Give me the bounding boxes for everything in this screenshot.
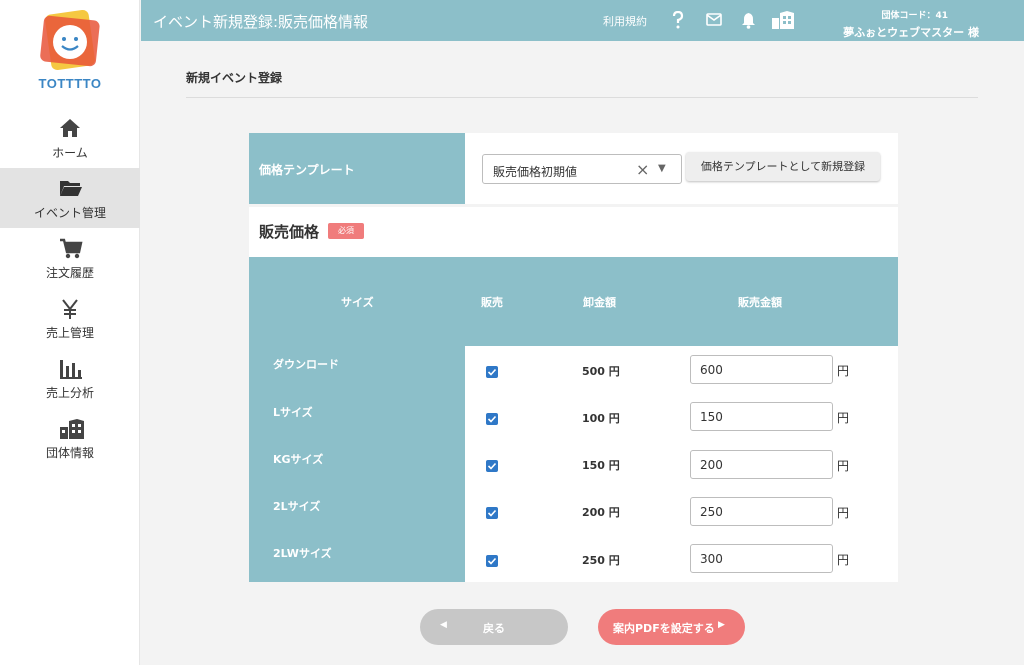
column-header-price: 販売金額 (738, 296, 782, 309)
check-icon (487, 368, 497, 376)
price-heading: 販売価格 (259, 223, 320, 241)
wholesale-price: 250 円 (582, 554, 620, 567)
wholesale-price: 500 円 (582, 365, 620, 378)
price-input[interactable]: 200 (690, 450, 833, 479)
sale-checkbox[interactable] (486, 413, 498, 425)
sale-checkbox[interactable] (486, 555, 498, 567)
user-name[interactable]: 夢ふぉとウェブマスター 様 (843, 24, 979, 40)
price-input-value: 200 (700, 458, 723, 472)
price-input[interactable]: 250 (690, 497, 833, 526)
logo-mark-icon (40, 9, 100, 71)
building-icon[interactable] (771, 10, 795, 30)
size-label: 2LWサイズ (273, 547, 332, 560)
template-select[interactable]: 販売価格初期値 × ▼ (482, 154, 682, 184)
sidebar-item-home[interactable]: ホーム (0, 108, 140, 168)
chevron-right-icon: ▶ (718, 620, 725, 630)
sidebar-item-analytics[interactable]: 売上分析 (0, 348, 140, 408)
terms-link[interactable]: 利用規約 (603, 13, 647, 29)
sidebar-item-label: 団体情報 (45, 446, 94, 460)
check-icon (487, 509, 497, 517)
column-header-size: サイズ (341, 296, 374, 309)
yen-unit: 円 (837, 364, 850, 378)
size-label: KGサイズ (273, 453, 324, 466)
logo-text: TOTTTTO (38, 76, 102, 91)
sale-checkbox[interactable] (486, 507, 498, 519)
caret-down-icon[interactable]: ▼ (658, 163, 666, 174)
wholesale-price: 200 円 (582, 506, 620, 519)
yen-unit: 円 (837, 411, 850, 425)
sidebar-item-organization[interactable]: 団体情報 (0, 408, 140, 468)
template-label: 価格テンプレート (259, 163, 355, 177)
sidebar-item-label: 売上管理 (45, 326, 94, 340)
price-table-header: サイズ 販売 卸金額 販売金額 (249, 257, 898, 346)
yen-unit: 円 (837, 506, 850, 520)
folder-icon (60, 181, 82, 196)
section-title: 新規イベント登録 (186, 71, 283, 85)
template-select-value: 販売価格初期値 (493, 165, 578, 179)
size-label: 2Lサイズ (273, 500, 321, 513)
home-icon (60, 119, 80, 137)
check-icon (487, 557, 497, 565)
price-input-value: 600 (700, 363, 723, 377)
price-input-value: 300 (700, 552, 723, 566)
divider (186, 97, 978, 98)
check-icon (487, 462, 497, 470)
cart-icon (60, 238, 83, 259)
logo[interactable]: TOTTTTO (34, 8, 106, 96)
yen-icon (62, 299, 78, 319)
sidebar-item-label: 売上分析 (45, 386, 94, 400)
org-code: 団体コード：41 (881, 11, 948, 21)
next-button[interactable]: 案内PDFを設定する ▶ (598, 609, 745, 645)
sale-checkbox[interactable] (486, 366, 498, 378)
clear-icon[interactable]: × (636, 160, 649, 179)
price-input[interactable]: 150 (690, 402, 833, 431)
sidebar-item-label: ホーム (52, 146, 88, 160)
required-badge: 必須 (328, 223, 364, 239)
bar-chart-icon (60, 360, 82, 379)
wholesale-price: 100 円 (582, 412, 620, 425)
wholesale-price: 150 円 (582, 459, 620, 472)
template-label-cell: 価格テンプレート (249, 133, 465, 204)
price-input[interactable]: 600 (690, 355, 833, 384)
sidebar-item-label: 注文履歴 (45, 266, 94, 280)
price-input[interactable]: 300 (690, 544, 833, 573)
next-button-label: 案内PDFを設定する (613, 622, 715, 635)
sidebar-item-label: イベント管理 (33, 206, 106, 220)
size-label: Lサイズ (273, 406, 313, 419)
price-template-row: 価格テンプレート 販売価格初期値 × ▼ 価格テンプレートとして新規登録 (249, 133, 898, 204)
price-input-value: 150 (700, 410, 723, 424)
register-template-button[interactable]: 価格テンプレートとして新規登録 (686, 152, 880, 181)
help-icon[interactable] (672, 11, 684, 29)
check-icon (487, 415, 497, 423)
app-header: イベント新規登録:販売価格情報 利用規約 団体コード：41 夢ふぉとウェブマスタ… (141, 0, 1024, 41)
sidebar: TOTTTTO ホーム イベント管理 注文履歴 売上管理 売上分析 団体情報 (0, 0, 140, 665)
sidebar-item-orders[interactable]: 注文履歴 (0, 228, 140, 288)
yen-unit: 円 (837, 553, 850, 567)
column-header-sale: 販売 (481, 296, 503, 309)
page-header-title: イベント新規登録:販売価格情報 (153, 13, 369, 31)
sidebar-item-events[interactable]: イベント管理 (0, 168, 140, 228)
mail-icon[interactable] (706, 13, 722, 26)
sale-checkbox[interactable] (486, 460, 498, 472)
bell-icon[interactable] (741, 12, 756, 29)
column-header-wholesale: 卸金額 (583, 296, 616, 309)
back-button-label: 戻る (483, 622, 505, 635)
price-input-value: 250 (700, 505, 723, 519)
building-icon (60, 419, 84, 439)
sidebar-item-sales[interactable]: 売上管理 (0, 288, 140, 348)
size-label: ダウンロード (273, 358, 339, 371)
back-button[interactable]: ◀ 戻る (420, 609, 568, 645)
yen-unit: 円 (837, 459, 850, 473)
